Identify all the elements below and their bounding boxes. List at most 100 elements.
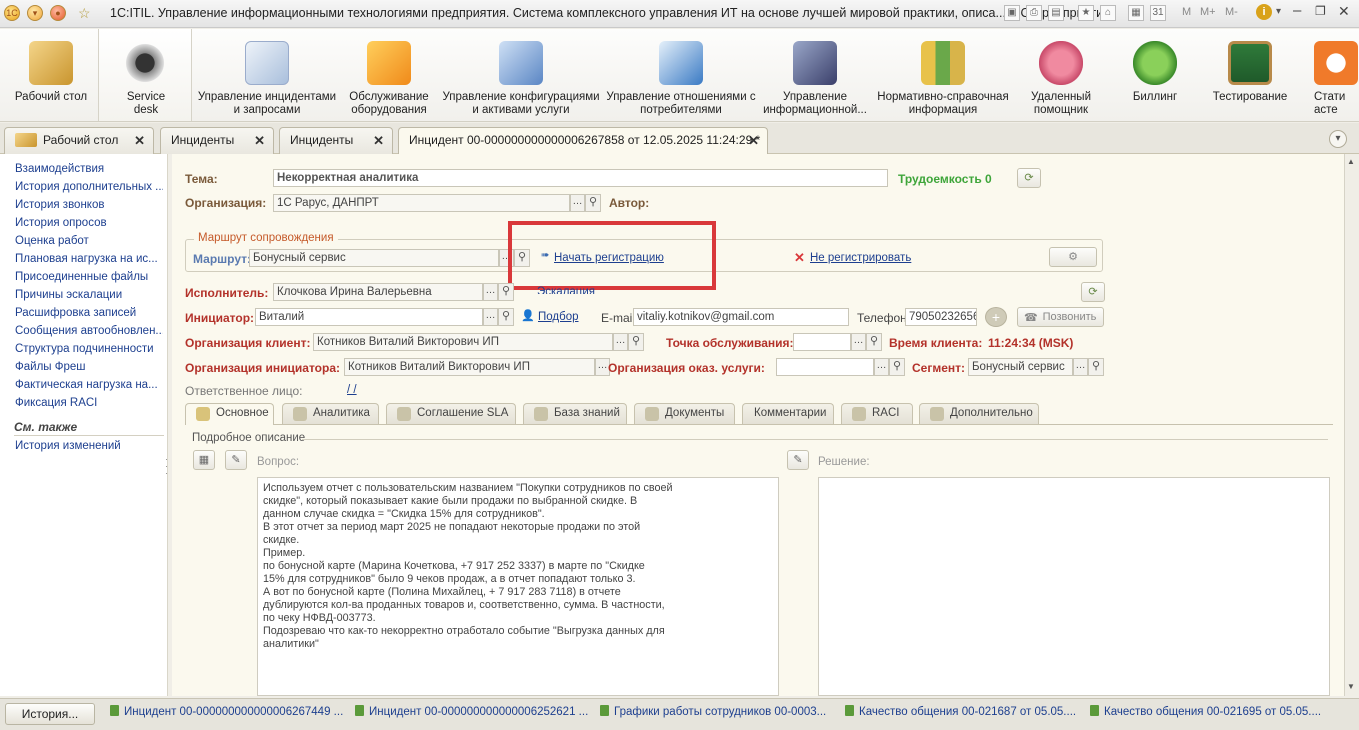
close-tab-icon[interactable]: ✕ [373, 128, 384, 153]
nav-subordination[interactable]: Структура подчиненности [15, 343, 163, 355]
service-point-select-button[interactable]: … [851, 333, 866, 351]
nav-fresh-files[interactable]: Файлы Фреш [15, 361, 163, 373]
favorite-star-icon[interactable]: ☆ [78, 5, 91, 22]
escalation-link[interactable]: Эскалация [537, 286, 595, 294]
section-infosec[interactable]: Управление информационной... [760, 29, 870, 121]
nav-extra-history[interactable]: История дополнительных ... [15, 181, 163, 193]
nav-actual-load[interactable]: Фактическая нагрузка на... [15, 379, 163, 391]
responsible-link[interactable]: / / [347, 384, 357, 396]
client-org-select-button[interactable]: … [613, 333, 628, 351]
save-icon[interactable]: ▣ [1004, 5, 1020, 21]
initiator-select-button[interactable]: … [483, 308, 498, 326]
close-tab-icon[interactable]: ✕ [134, 128, 145, 153]
call-button[interactable]: ☎ Позвонить [1017, 307, 1104, 327]
segment-select-button[interactable]: … [1073, 358, 1088, 376]
search-icon[interactable]: ⚲ [628, 333, 644, 351]
tab-incident-current[interactable]: Инцидент 00-000000000000006267858 от 12.… [398, 127, 768, 155]
search-icon[interactable]: ⚲ [498, 283, 514, 301]
nav-call-history[interactable]: История звонков [15, 199, 163, 211]
initiator-org-field[interactable]: Котников Виталий Викторович ИП [344, 358, 595, 376]
initiator-field[interactable]: Виталий [255, 308, 483, 326]
vertical-scrollbar[interactable]: ▲ ▼ [1344, 154, 1359, 696]
pick-link[interactable]: Подбор [538, 311, 579, 323]
nav-work-rating[interactable]: Оценка работ [15, 235, 163, 247]
nav-change-history[interactable]: История изменений [15, 440, 163, 452]
ftab-main[interactable]: Основное [185, 403, 274, 425]
search-icon[interactable]: ⚲ [1088, 358, 1104, 376]
search-icon[interactable]: ⚲ [498, 308, 514, 326]
history-button[interactable]: История... [5, 703, 95, 725]
ftab-analytics[interactable]: Аналитика [282, 403, 379, 424]
question-textarea[interactable]: Используем отчет с пользовательским назв… [257, 477, 779, 696]
ftab-additional[interactable]: Дополнительно [919, 403, 1039, 424]
add-phone-icon[interactable]: + [985, 307, 1007, 327]
edit-solution-icon[interactable]: ✎ [787, 450, 809, 470]
close-tab-icon[interactable]: ✕ [254, 128, 265, 153]
window-item[interactable]: Инцидент 00-000000000000006267449 ... [110, 705, 343, 718]
segment-field[interactable]: Бонусный сервис [968, 358, 1073, 376]
restore-icon[interactable]: ❐ [1315, 4, 1326, 18]
memory-m-plus[interactable]: M+ [1200, 6, 1216, 18]
main-menu-icon[interactable]: ▾ [27, 5, 43, 21]
calendar-icon[interactable]: 31 [1150, 5, 1166, 21]
client-org-field[interactable]: Котников Виталий Викторович ИП [313, 333, 613, 351]
phone-field[interactable]: 79050232656 [905, 308, 977, 326]
route-field[interactable]: Бонусный сервис [249, 249, 499, 267]
ftab-comments[interactable]: Комментарии [742, 403, 834, 424]
nav-record-decoding[interactable]: Расшифровка записей [15, 307, 163, 319]
no-registration-link[interactable]: Не регистрировать [810, 252, 911, 264]
calculator-icon[interactable]: ▦ [1128, 5, 1144, 21]
memory-m-minus[interactable]: M- [1225, 6, 1238, 18]
executor-select-button[interactable]: … [483, 283, 498, 301]
close-tab-icon[interactable]: ✕ [748, 128, 759, 153]
window-item[interactable]: Качество общения 00-021695 от 05.05.... [1090, 705, 1321, 718]
organization-field[interactable]: 1С Рарус, ДАНПРТ [273, 194, 570, 212]
minimize-icon[interactable]: – [1293, 2, 1301, 19]
tab-incidents-1[interactable]: Инциденты ✕ [160, 127, 274, 154]
home-icon[interactable]: ● [50, 5, 66, 21]
app-logo-icon[interactable]: 1С [4, 5, 20, 21]
refresh-executor-icon[interactable]: ⟳ [1081, 282, 1105, 302]
organization-select-button[interactable]: … [570, 194, 585, 212]
tab-incidents-2[interactable]: Инциденты ✕ [279, 127, 393, 154]
service-point-field[interactable] [793, 333, 851, 351]
section-billing[interactable]: Биллинг [1110, 29, 1200, 121]
subject-field[interactable]: Некорректная аналитика [273, 169, 888, 187]
scroll-down-icon[interactable]: ▼ [1347, 682, 1355, 691]
window-item[interactable]: Качество общения 00-021687 от 05.05.... [845, 705, 1076, 718]
ftab-knowledge[interactable]: База знаний [523, 403, 627, 424]
history-icon[interactable]: ⌂ [1100, 5, 1116, 21]
refresh-labor-icon[interactable]: ⟳ [1017, 168, 1041, 188]
nav-auto-update-messages[interactable]: Сообщения автообновлен... [15, 325, 163, 337]
service-org-field[interactable] [776, 358, 874, 376]
nav-attached-files[interactable]: Присоединенные файлы [15, 271, 163, 283]
tab-desktop[interactable]: Рабочий стол ✕ [4, 127, 154, 154]
route-scheme-button[interactable]: ⚙ [1049, 247, 1097, 267]
section-desktop[interactable]: Рабочий стол [6, 29, 96, 121]
add-favorite-icon[interactable]: ★ [1078, 5, 1094, 21]
nav-interactions[interactable]: Взаимодействия [15, 163, 163, 175]
preview-icon[interactable]: ▤ [1048, 5, 1064, 21]
print-icon[interactable]: ⎙ [1026, 5, 1042, 21]
memory-m[interactable]: M [1182, 6, 1191, 18]
close-window-icon[interactable]: ✕ [1338, 3, 1350, 20]
section-stats[interactable]: Стати асте [1300, 29, 1359, 121]
nav-survey-history[interactable]: История опросов [15, 217, 163, 229]
section-reference[interactable]: Нормативно-справочная информация [874, 29, 1012, 121]
search-icon[interactable]: ⚲ [889, 358, 905, 376]
section-equipment[interactable]: Обслуживание оборудования [342, 29, 436, 121]
search-icon[interactable]: ⚲ [585, 194, 601, 212]
section-incidents[interactable]: Управление инцидентами и запросами [196, 29, 338, 121]
nav-raci[interactable]: Фиксация RACI [15, 397, 163, 409]
info-dropdown-icon[interactable]: ▾ [1276, 6, 1281, 17]
scroll-up-icon[interactable]: ▲ [1347, 157, 1355, 166]
window-item[interactable]: Графики работы сотрудников 00-0003... [600, 705, 826, 718]
attach-icon[interactable]: ▦ [193, 450, 215, 470]
email-field[interactable]: vitaliy.kotnikov@gmail.com [633, 308, 849, 326]
ftab-sla[interactable]: Соглашение SLA [386, 403, 516, 424]
search-icon[interactable]: ⚲ [866, 333, 882, 351]
executor-field[interactable]: Клочкова Ирина Валерьевна [273, 283, 483, 301]
ftab-raci[interactable]: RACI [841, 403, 913, 424]
service-org-select-button[interactable]: … [874, 358, 889, 376]
section-configuration[interactable]: Управление конфигурациями и активами усл… [440, 29, 602, 121]
